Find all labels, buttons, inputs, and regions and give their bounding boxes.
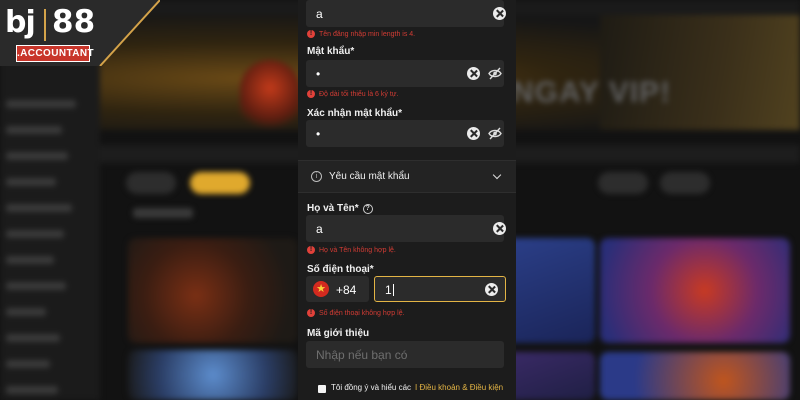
game-card	[600, 238, 790, 343]
full-name-value: a	[316, 222, 323, 236]
agreement-text: Tôi đồng ý và hiểu các I Điều khoản & Điề…	[331, 383, 503, 392]
brand-logo: bj 88 .ACCOUNTANT	[0, 0, 160, 66]
confirm-password-field[interactable]: •	[306, 120, 504, 147]
clear-icon[interactable]	[485, 283, 498, 296]
username-error-text: Tên đăng nhập min length is 4.	[319, 30, 416, 38]
eye-slash-icon[interactable]	[488, 127, 502, 140]
help-icon[interactable]: ?	[362, 204, 373, 214]
eye-slash-icon[interactable]	[488, 67, 502, 80]
password-error-text: Độ dài tối thiểu là 6 ký tự.	[319, 90, 399, 98]
register-form: a ! Tên đăng nhập min length is 4. Mật k…	[298, 0, 516, 400]
country-code: +84	[336, 283, 357, 297]
background-label	[133, 208, 193, 218]
error-icon: !	[307, 90, 315, 98]
confirm-password-label: Xác nhận mật khẩu*	[307, 108, 403, 119]
clear-icon[interactable]	[467, 67, 480, 80]
background-banner-text: NGAY VIP!	[512, 76, 672, 109]
background-pill-active	[190, 172, 250, 194]
terms-link-text: Điều khoản & Điều kiện	[419, 383, 504, 392]
info-icon: i	[311, 171, 322, 182]
error-icon: !	[307, 309, 315, 317]
password-requirements-label: Yêu cầu mật khẩu	[329, 171, 410, 182]
game-card	[128, 350, 298, 400]
referral-placeholder: Nhập nếu bạn có	[316, 348, 408, 362]
terms-link[interactable]: I Điều khoản & Điều kiện	[415, 383, 503, 392]
username-error: ! Tên đăng nhập min length is 4.	[307, 30, 415, 38]
agreement-label: Tôi đồng ý và hiểu các	[331, 383, 412, 392]
error-icon: !	[307, 30, 315, 38]
password-error: ! Độ dài tối thiểu là 6 ký tự.	[307, 90, 398, 98]
logo-88-text: 88	[52, 4, 96, 40]
text-cursor	[392, 284, 394, 296]
logo-divider	[44, 9, 46, 41]
background-pill	[598, 172, 648, 194]
logo-accountant-tag: .ACCOUNTANT	[16, 45, 94, 62]
full-name-error-text: Họ và Tên không hợp lệ.	[319, 246, 396, 254]
agree-checkbox[interactable]	[318, 385, 326, 393]
full-name-label-text: Họ và Tên*	[307, 203, 359, 214]
phone-label: Số điện thoại*	[307, 264, 374, 275]
referral-label: Mã giới thiệu	[307, 328, 370, 339]
clear-icon[interactable]	[493, 7, 506, 20]
username-value: a	[316, 7, 323, 21]
vietnam-flag-icon: ★	[313, 281, 329, 297]
phone-error-text: Số điện thoại không hợp lệ.	[319, 309, 405, 317]
game-card	[600, 352, 790, 400]
full-name-field[interactable]: a	[306, 215, 506, 242]
clear-icon[interactable]	[467, 127, 480, 140]
clear-icon[interactable]	[493, 222, 506, 235]
full-name-error: ! Họ và Tên không hợp lệ.	[307, 246, 396, 254]
username-field[interactable]: a	[306, 0, 506, 27]
full-name-label: Họ và Tên*?	[307, 203, 373, 214]
password-requirements-toggle[interactable]: i Yêu cầu mật khẩu	[298, 160, 516, 193]
password-value: •	[316, 67, 321, 81]
logo-bj-text: bj	[5, 5, 36, 40]
chevron-down-icon	[492, 170, 502, 180]
game-card	[128, 238, 298, 343]
phone-value: 1	[385, 283, 392, 297]
background-pill	[126, 172, 176, 194]
game-card	[505, 238, 595, 343]
background-sidebar	[0, 60, 100, 400]
error-icon: !	[307, 246, 315, 254]
country-code-select[interactable]: ★ +84	[306, 276, 369, 302]
password-field[interactable]: •	[306, 60, 504, 87]
background-pill	[660, 172, 710, 194]
phone-value-wrap: 1	[385, 283, 394, 297]
background-banner-right	[600, 15, 800, 130]
phone-field[interactable]: 1	[374, 276, 506, 302]
background-mascot	[240, 60, 300, 130]
phone-error: ! Số điện thoại không hợp lệ.	[307, 309, 405, 317]
password-label: Mật khẩu*	[307, 46, 355, 57]
referral-field[interactable]: Nhập nếu bạn có	[306, 341, 504, 368]
game-card	[505, 352, 595, 400]
confirm-password-value: •	[316, 127, 321, 141]
